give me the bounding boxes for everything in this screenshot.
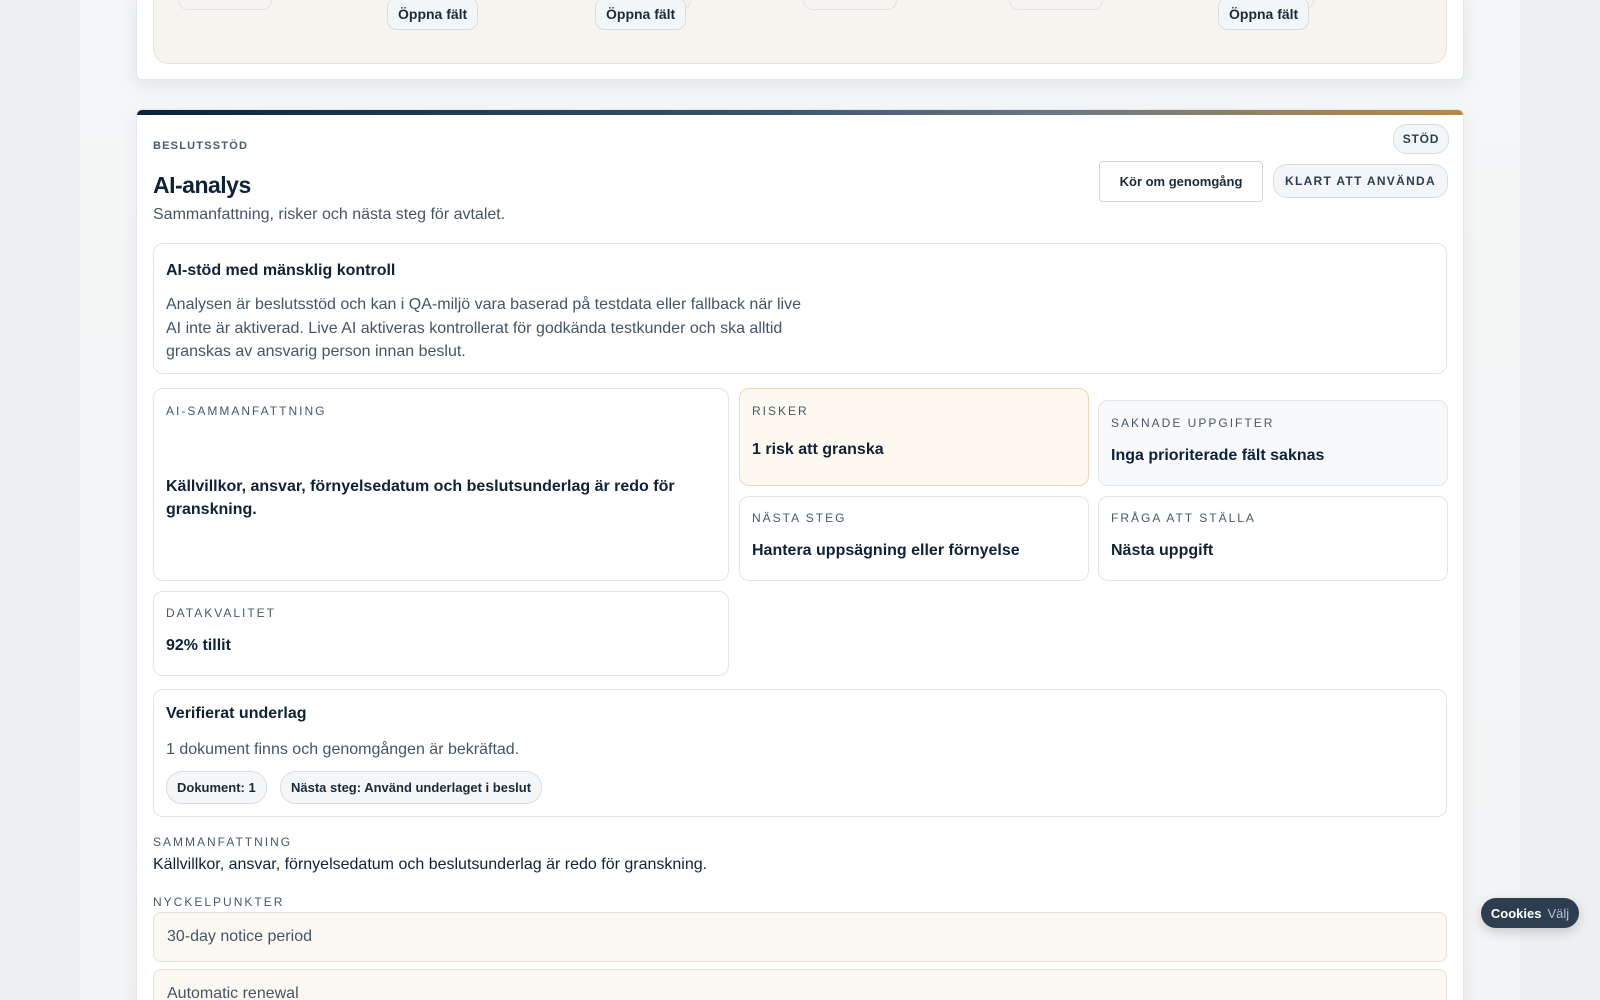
field-chip-stub (178, 0, 272, 10)
support-badge: STÖD (1393, 124, 1449, 154)
question-tile: FRÅGA ATT STÄLLA Nästa uppgift (1098, 496, 1448, 581)
cookie-settings-button[interactable]: Cookies Välj (1481, 898, 1579, 928)
tile-value: Hantera uppsägning eller förnyelse (752, 542, 1020, 559)
summary-label: SAMMANFATTNING (153, 835, 293, 849)
ai-notice-box: AI-stöd med mänsklig kontroll Analysen ä… (153, 243, 1447, 374)
verified-text: 1 dokument finns och genomgången är bekr… (166, 741, 520, 758)
accent-bar (137, 110, 1463, 115)
section-eyebrow: BESLUTSSTÖD (153, 140, 249, 152)
summary-tile: AI-SAMMANFATTNING Källvillkor, ansvar, f… (153, 388, 729, 581)
tile-value: 1 risk att granska (752, 441, 884, 458)
tile-label: DATAKVALITET (166, 606, 277, 620)
missing-data-tile: SAKNADE UPPGIFTER Inga prioriterade fält… (1098, 400, 1448, 486)
tile-value: Nästa uppgift (1111, 542, 1214, 559)
next-step-tile: NÄSTA STEG Hantera uppsägning eller förn… (739, 496, 1089, 581)
tile-label: RISKER (752, 404, 809, 418)
notice-text-line: granskas av ansvarig person innan beslut… (166, 343, 466, 360)
tile-value: 92% tillit (166, 637, 231, 654)
summary-text: Källvillkor, ansvar, förnyelsedatum och … (153, 856, 708, 873)
cookie-choose-label: Välj (1547, 905, 1570, 921)
tile-value: Källvillkor, ansvar, förnyelsedatum och … (166, 475, 718, 521)
tile-value-line: granskning. (166, 501, 257, 518)
open-field-button[interactable]: Öppna fält (595, 0, 687, 30)
tile-label: NÄSTA STEG (752, 511, 847, 525)
key-point-item: Automatic renewal (153, 969, 1447, 1000)
field-chip-stub (803, 0, 897, 10)
rerun-review-button[interactable]: Kör om genomgång (1099, 161, 1263, 202)
notice-text-line: Analysen är beslutsstöd och kan i QA-mil… (166, 296, 801, 313)
document-count-tag: Dokument: 1 (166, 771, 267, 804)
page-subtitle: Sammanfattning, risker och nästa steg fö… (153, 206, 506, 223)
next-step-tag: Nästa steg: Använd underlaget i beslut (280, 771, 543, 804)
open-field-button[interactable]: Öppna fält (1218, 0, 1310, 30)
cookie-label: Cookies (1490, 905, 1542, 921)
tile-label: AI-SAMMANFATTNING (166, 404, 327, 418)
key-points-label: NYCKELPUNKTER (153, 895, 285, 909)
notice-text: Analysen är beslutsstöd och kan i QA-mil… (166, 293, 1066, 364)
page-title: AI-analys (153, 172, 251, 198)
ai-analysis-card: BESLUTSSTÖD AI-analys Sammanfattning, ri… (136, 109, 1464, 1000)
verified-title: Verifierat underlag (166, 705, 307, 722)
tile-label: FRÅGA ATT STÄLLA (1111, 511, 1256, 525)
status-pill: KLART ATT ANVÄNDA (1273, 164, 1448, 198)
fields-grid: Öppna fält Öppna fält Öppna fält (153, 0, 1447, 64)
tile-value: Inga prioriterade fält saknas (1111, 447, 1325, 464)
open-field-button[interactable]: Öppna fält (387, 0, 479, 30)
fields-card: Öppna fält Öppna fält Öppna fält (136, 0, 1464, 80)
risks-tile: RISKER 1 risk att granska (739, 388, 1089, 486)
tile-value-line: Källvillkor, ansvar, förnyelsedatum och … (166, 478, 675, 495)
key-point-item: 30-day notice period (153, 912, 1447, 962)
notice-text-line: AI inte är aktiverad. Live AI aktiveras … (166, 319, 783, 337)
data-quality-tile: DATAKVALITET 92% tillit (153, 591, 729, 676)
tile-label: SAKNADE UPPGIFTER (1111, 416, 1275, 430)
field-chip-stub (1009, 0, 1103, 10)
verified-basis-box: Verifierat underlag 1 dokument finns och… (153, 689, 1447, 817)
notice-title: AI-stöd med mänsklig kontroll (166, 262, 396, 279)
